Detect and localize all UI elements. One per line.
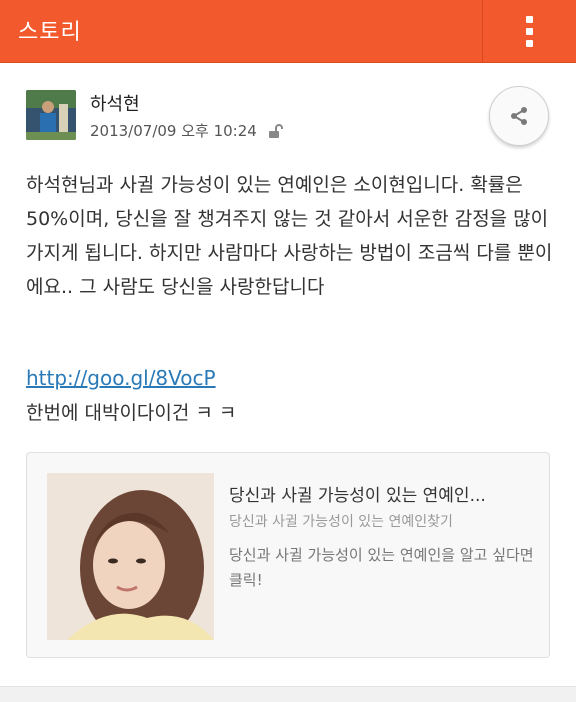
- post-meta: 2013/07/09 오후 10:24: [90, 120, 283, 141]
- post-body: 하석현님과 사귈 가능성이 있는 연예인은 소이현입니다. 확률은 50%이며,…: [26, 174, 553, 298]
- avatar[interactable]: [26, 90, 76, 140]
- card-title: 당신과 사귈 가능성이 있는 연예인...: [229, 486, 486, 506]
- menu-dot: [526, 39, 533, 47]
- card-thumbnail: [47, 473, 214, 640]
- header-title: 스토리: [18, 20, 82, 45]
- menu-dot: [526, 27, 533, 35]
- card-description: 당신과 사귈 가능성이 있는 연예인을 알고 싶다면 클릭!: [229, 546, 534, 589]
- menu-dot: [526, 15, 533, 23]
- overflow-menu-icon[interactable]: [483, 0, 576, 62]
- post-timestamp: 2013/07/09 오후 10:24: [90, 122, 257, 140]
- post-footer-text: 한번에 대박이다이건 ㅋ ㅋ: [26, 402, 237, 424]
- card-subtitle: 당신과 사귈 가능성이 있는 연예인찾기: [229, 514, 453, 530]
- app-header: 스토리: [0, 0, 576, 62]
- bottom-divider: [0, 686, 576, 702]
- share-icon: [511, 107, 527, 125]
- link-preview-card[interactable]: 당신과 사귈 가능성이 있는 연예인... 당신과 사귈 가능성이 있는 연예인…: [26, 452, 550, 658]
- avatar-photo: [26, 90, 76, 140]
- share-button[interactable]: [489, 86, 549, 146]
- author-name[interactable]: 하석현: [90, 90, 140, 116]
- post-link[interactable]: http://goo.gl/8VocP: [26, 366, 216, 390]
- unlock-icon: [267, 123, 283, 139]
